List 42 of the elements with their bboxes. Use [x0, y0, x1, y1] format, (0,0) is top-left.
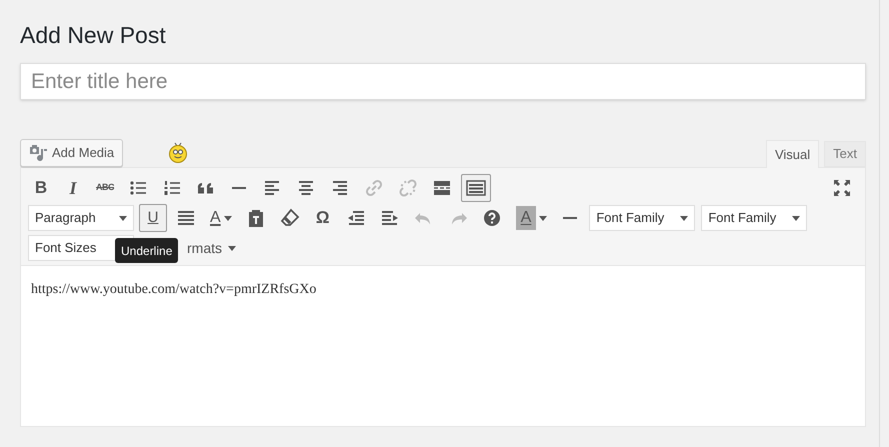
caret-icon: [228, 246, 236, 250]
justify-icon: [176, 208, 196, 228]
toolbar-toggle-icon: [466, 178, 486, 198]
fullscreen-icon: [832, 178, 852, 198]
horizontal-line-icon: [232, 187, 246, 189]
underline-button[interactable]: U: [139, 204, 167, 232]
help-icon: [482, 208, 502, 228]
title-field[interactable]: Enter title here: [20, 63, 866, 100]
smiley-icon[interactable]: [168, 141, 188, 163]
link-icon: [364, 178, 384, 198]
caret-icon: [119, 216, 127, 220]
read-more-icon: [432, 178, 452, 198]
horizontal-line-icon: [563, 217, 578, 219]
numbered-list-icon: [162, 178, 182, 198]
formats-menu[interactable]: rmats: [187, 235, 236, 261]
format-dropdown[interactable]: Font Family: [589, 205, 696, 231]
text-color-button[interactable]: A: [205, 204, 237, 232]
unlink-icon: [398, 178, 418, 198]
align-right-icon: [330, 178, 350, 198]
tooltip: Underline: [115, 238, 178, 263]
bold-button[interactable]: B: [27, 174, 55, 202]
add-media-button[interactable]: Add Media: [20, 139, 124, 167]
special-character-button[interactable]: Ω: [308, 204, 337, 232]
media-icon: [29, 145, 47, 161]
format-dropdown[interactable]: Font Family: [701, 205, 808, 231]
caret-icon: [792, 216, 800, 220]
italic-button[interactable]: I: [59, 174, 87, 202]
caret-icon: [539, 216, 548, 220]
align-left-icon: [262, 178, 282, 198]
align-center-icon: [296, 178, 316, 198]
strikethrough-button[interactable]: ABC: [91, 174, 119, 202]
post-content[interactable]: https://www.youtube.com/watch?v=pmrIZRfsGXo: [31, 279, 316, 300]
format-dropdown[interactable]: Paragraph: [28, 205, 134, 231]
editor-tab[interactable]: Visual: [766, 140, 820, 168]
caret-icon: [680, 216, 688, 220]
caret-icon: [224, 216, 232, 220]
eraser-icon: [280, 208, 300, 228]
indent-icon: [380, 208, 400, 228]
toolbar-toggle-button[interactable]: [461, 174, 491, 202]
editor-tab[interactable]: Text: [824, 141, 866, 167]
outdent-icon: [346, 208, 366, 228]
page-title: Add New Post: [20, 21, 166, 50]
